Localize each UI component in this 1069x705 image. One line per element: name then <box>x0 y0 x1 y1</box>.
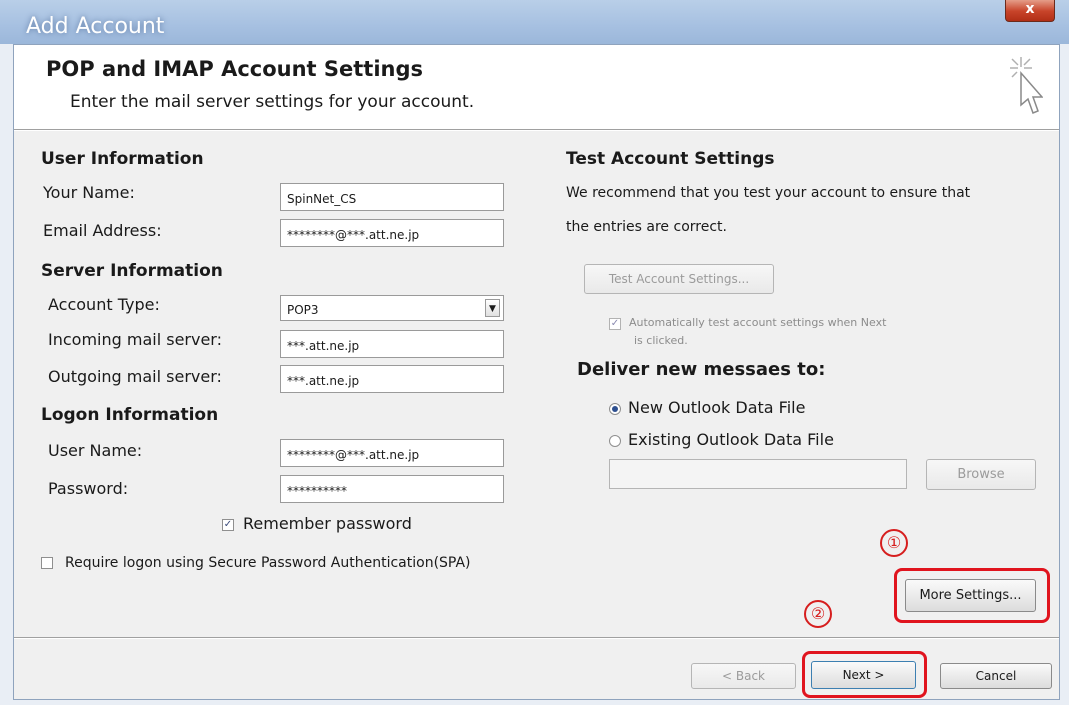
chevron-down-icon[interactable]: ▼ <box>485 299 500 317</box>
footer-divider <box>14 637 1059 639</box>
browse-button[interactable]: Browse <box>926 459 1036 490</box>
password-field[interactable]: ********** <box>280 475 504 503</box>
user-name-label: User Name: <box>48 441 143 460</box>
header-panel: POP and IMAP Account Settings Enter the … <box>14 45 1059 129</box>
spa-checkbox[interactable] <box>41 557 53 569</box>
user-information-heading: User Information <box>41 149 204 169</box>
account-type-value: POP3 <box>287 303 319 317</box>
remember-password-label: Remember password <box>243 514 412 533</box>
outgoing-server-label: Outgoing mail server: <box>48 367 222 386</box>
radio-new-data-file[interactable] <box>609 403 621 415</box>
incoming-server-label: Incoming mail server: <box>48 330 222 349</box>
close-icon: x <box>1025 1 1035 17</box>
dialog-window: Add Account x POP and IMAP Account Setti… <box>0 0 1069 705</box>
password-label: Password: <box>48 479 129 498</box>
page-subtitle: Enter the mail server settings for your … <box>70 92 475 112</box>
email-address-field[interactable]: ********@***.att.ne.jp <box>280 219 504 247</box>
test-description-line2: the entries are correct. <box>566 219 727 235</box>
account-type-label: Account Type: <box>48 295 160 314</box>
incoming-server-field[interactable]: ***.att.ne.jp <box>280 330 504 358</box>
auto-test-label-line2: is clicked. <box>634 334 688 347</box>
annotation-marker-2: ② <box>804 600 832 628</box>
your-name-field[interactable]: SpinNet_CS <box>280 183 504 211</box>
deliver-heading: Deliver new messaes to: <box>577 359 826 380</box>
dialog-client: POP and IMAP Account Settings Enter the … <box>13 44 1060 700</box>
remember-password-checkbox[interactable]: ✓ <box>222 519 234 531</box>
server-information-heading: Server Information <box>41 261 223 281</box>
next-button[interactable]: Next > <box>811 661 916 689</box>
email-address-label: Email Address: <box>43 221 162 240</box>
radio-existing-data-file[interactable] <box>609 435 621 447</box>
auto-test-label-line1: Automatically test account settings when… <box>629 316 887 329</box>
spa-label: Require logon using Secure Password Auth… <box>65 555 471 571</box>
outgoing-server-field[interactable]: ***.att.ne.jp <box>280 365 504 393</box>
test-account-settings-button[interactable]: Test Account Settings... <box>584 264 774 294</box>
cancel-button[interactable]: Cancel <box>940 663 1052 689</box>
auto-test-checkbox[interactable]: ✓ <box>609 318 621 330</box>
pointer-click-icon <box>1010 57 1043 114</box>
test-account-heading: Test Account Settings <box>566 149 775 169</box>
logon-information-heading: Logon Information <box>41 405 219 425</box>
close-button[interactable]: x <box>1005 0 1055 22</box>
title-bar: Add Account x <box>0 0 1069 44</box>
back-button[interactable]: < Back <box>691 663 796 689</box>
account-type-dropdown[interactable]: POP3 ▼ <box>280 295 504 321</box>
window-title: Add Account <box>26 14 165 39</box>
header-divider <box>14 129 1059 131</box>
existing-data-file-path[interactable] <box>609 459 907 489</box>
annotation-marker-1: ① <box>880 529 908 557</box>
test-description-line1: We recommend that you test your account … <box>566 185 971 201</box>
your-name-label: Your Name: <box>43 183 135 202</box>
new-data-file-label: New Outlook Data File <box>628 398 806 417</box>
more-settings-button[interactable]: More Settings... <box>905 579 1036 612</box>
existing-data-file-label: Existing Outlook Data File <box>628 430 834 449</box>
page-title: POP and IMAP Account Settings <box>46 57 424 81</box>
user-name-field[interactable]: ********@***.att.ne.jp <box>280 439 504 467</box>
